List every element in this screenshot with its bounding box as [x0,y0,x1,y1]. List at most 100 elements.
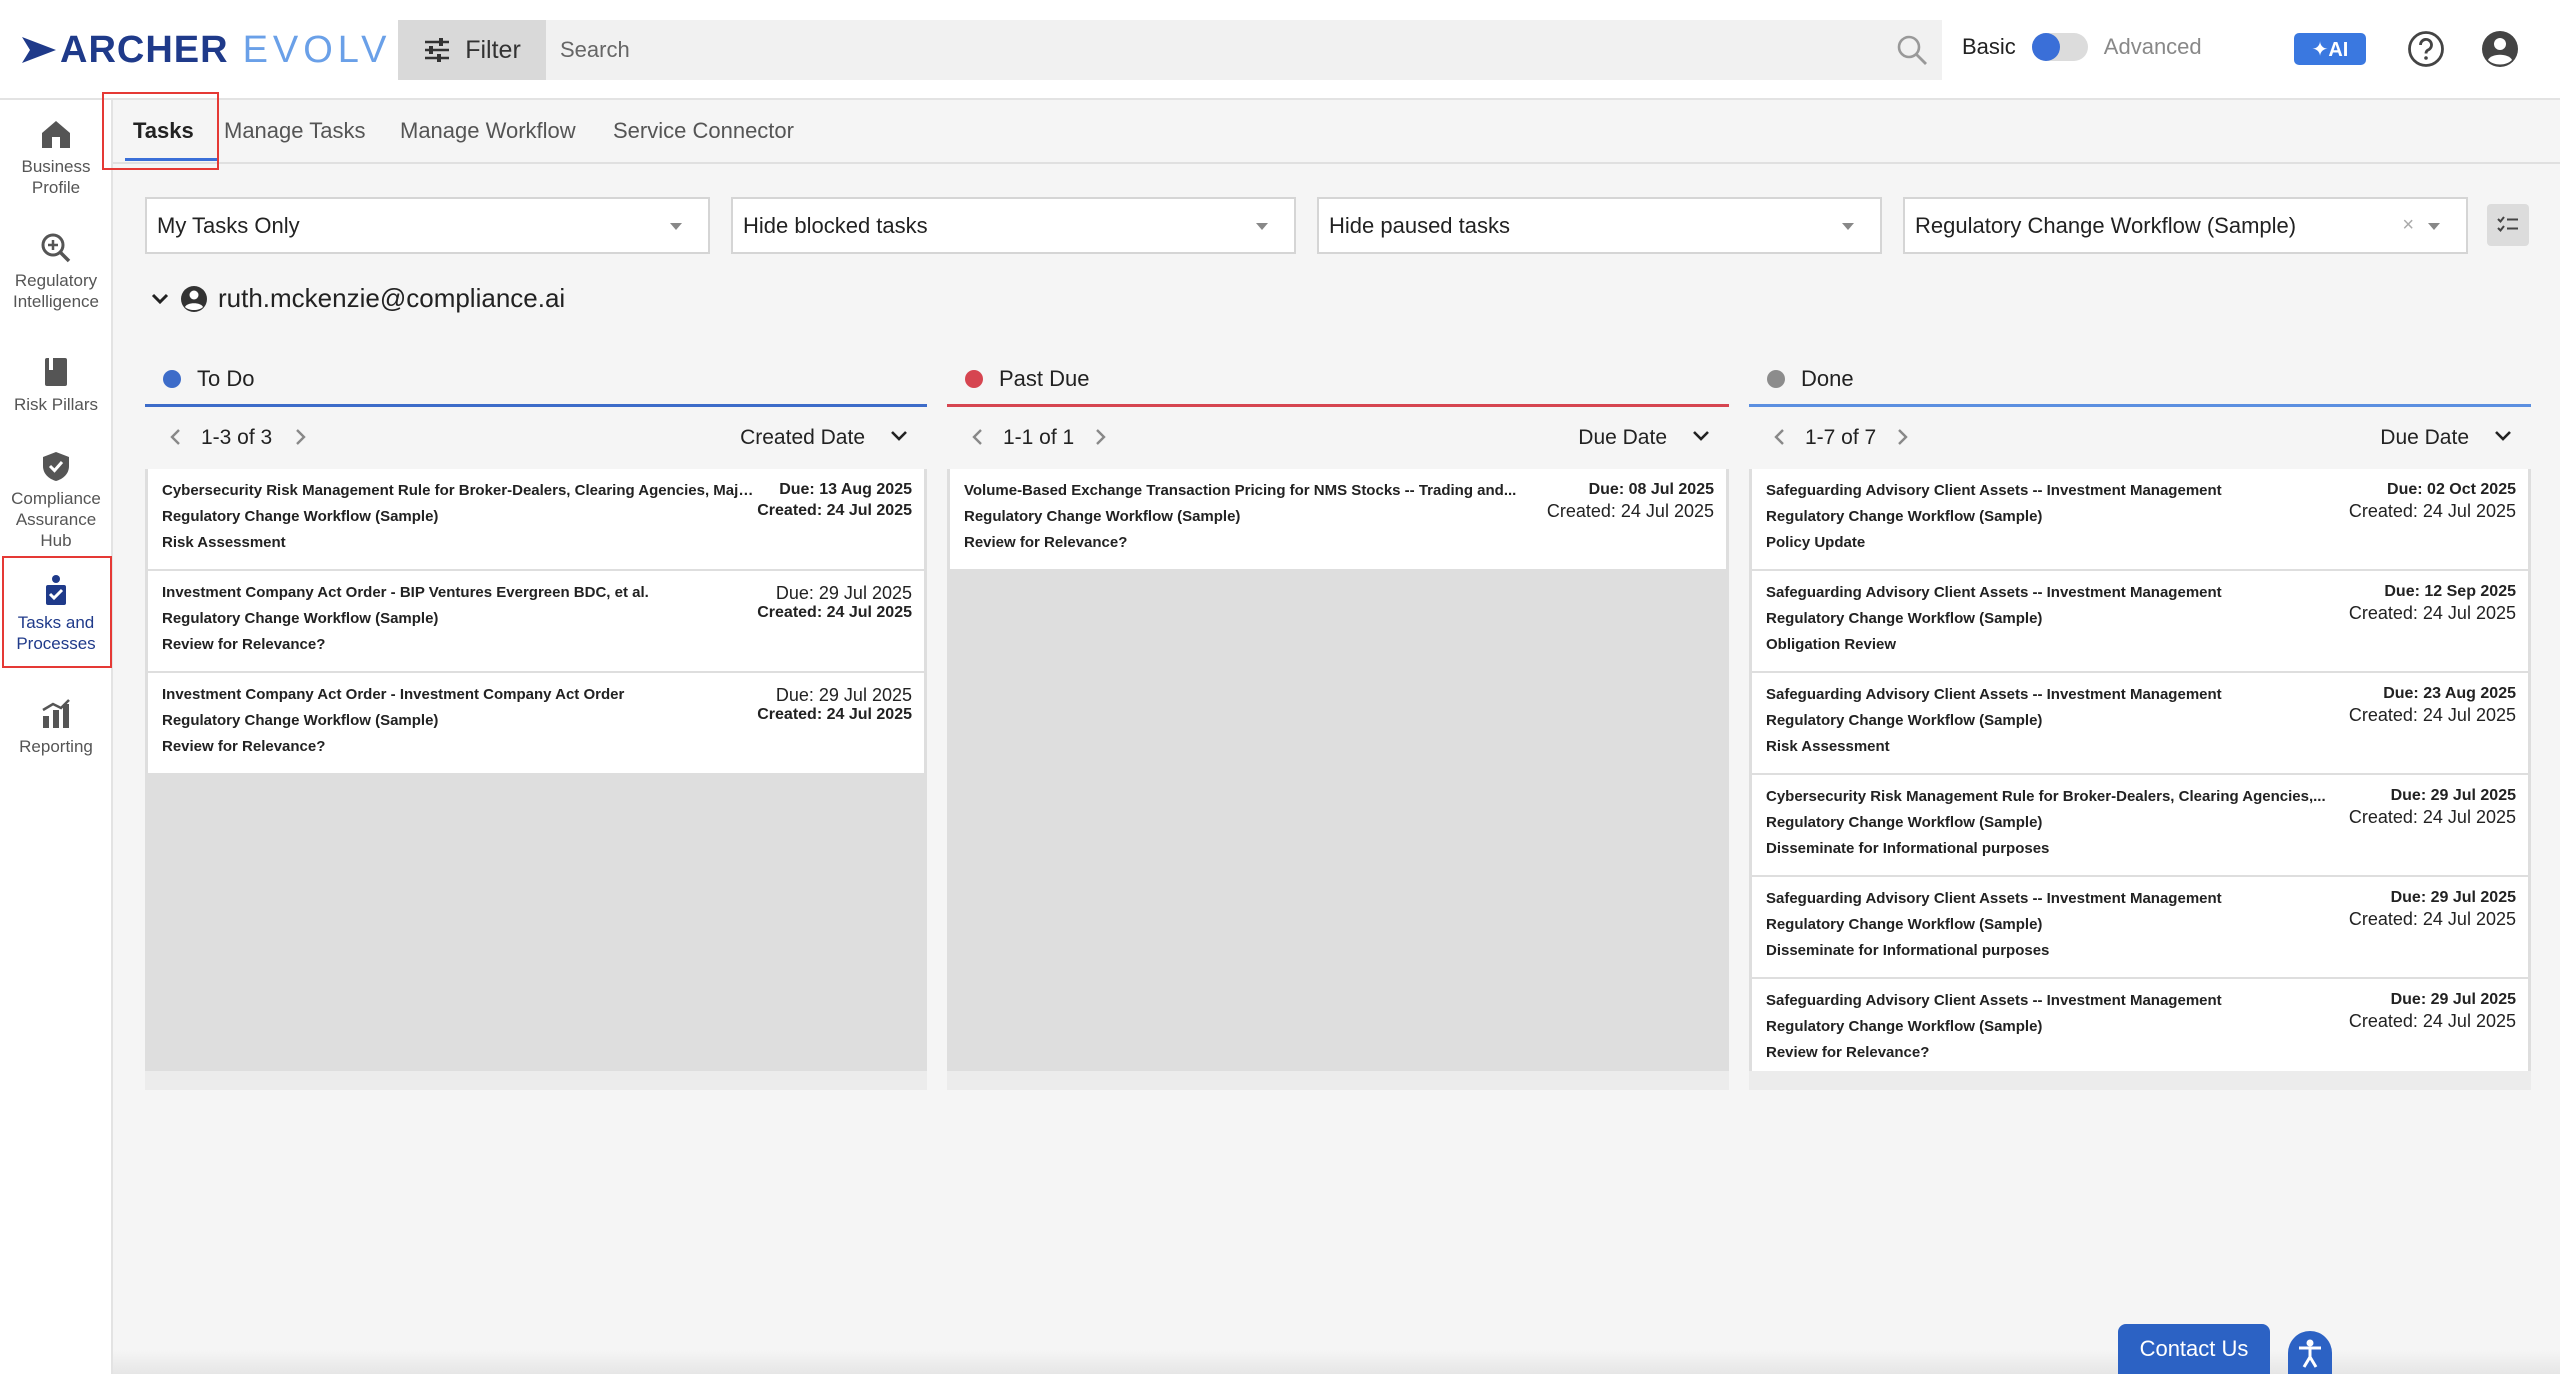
contact-us-button[interactable]: Contact Us [2118,1324,2270,1374]
task-step: Risk Assessment [162,534,286,551]
sort-label[interactable]: Due Date [2380,426,2469,450]
page-count: 1-7 of 7 [1805,426,1877,449]
top-bar: ARCHER EVOLV Filter Basic Advanced ✦AI [0,0,2560,100]
task-step: Policy Update [1766,534,1866,551]
mode-toggle[interactable] [2031,33,2088,61]
column-header: To Do [145,352,927,406]
task-title: Investment Company Act Order - BIP Ventu… [162,584,649,601]
paused-tasks-select[interactable]: Hide paused tasks [1317,197,1882,254]
chevron-right-icon[interactable] [293,427,307,447]
home-icon [42,121,70,148]
column-pagination: 1-1 of 1 Due Date [947,407,1729,469]
ai-button[interactable]: ✦AI [2294,33,2366,65]
task-card[interactable]: Investment Company Act Order - Investmen… [148,673,924,773]
sidebar-item-compliance-assurance-hub[interactable]: Compliance Assurance Hub [0,450,112,551]
chevron-right-icon[interactable] [1895,427,1909,447]
task-card[interactable]: Safeguarding Advisory Client Assets -- I… [1752,673,2528,773]
column-pagination: 1-7 of 7 Due Date [1749,407,2531,469]
sort-label[interactable]: Created Date [740,426,865,450]
select-value: My Tasks Only [157,212,300,238]
sidebar-item-reporting[interactable]: Reporting [0,698,112,757]
logo-secondary-text: EVOLV [242,28,392,71]
search-icon[interactable] [1896,34,1928,66]
task-workflow: Regulatory Change Workflow (Sample) [1766,916,2043,933]
task-created-date: Created: 24 Jul 2025 [2348,909,2516,929]
sort-label[interactable]: Due Date [1578,426,1667,450]
blocked-tasks-select[interactable]: Hide blocked tasks [731,197,1296,254]
task-title: Investment Company Act Order - Investmen… [162,686,625,703]
caret-down-icon [670,223,682,230]
task-title: Safeguarding Advisory Client Assets -- I… [1766,992,2222,1009]
chevron-left-icon[interactable] [971,427,985,447]
task-workflow: Regulatory Change Workflow (Sample) [1766,1018,2043,1035]
task-created-date: Created: 24 Jul 2025 [2348,501,2516,521]
magnify-icon [41,233,71,263]
task-created-date: Created: 24 Jul 2025 [2348,1011,2516,1031]
task-due-date: Due: 13 Aug 2025 [779,481,912,498]
accessibility-button[interactable] [2288,1331,2332,1374]
task-card[interactable]: Safeguarding Advisory Client Assets -- I… [1752,571,2528,671]
sidebar-item-risk-pillars[interactable]: Risk Pillars [0,356,112,415]
tab-manage-tasks[interactable]: Manage Tasks [224,118,365,144]
active-highlight-frame [2,556,112,668]
sidebar-item-business-profile[interactable]: Business Profile [0,118,112,198]
column-settings-button[interactable] [2487,204,2529,246]
tab-label: Manage Workflow [400,118,576,143]
tasks-scope-select[interactable]: My Tasks Only [145,197,710,254]
archer-evolv-logo[interactable]: ARCHER EVOLV [22,28,392,71]
select-value: Hide paused tasks [1329,212,1510,238]
column-card-list[interactable]: Cybersecurity Risk Management Rule for B… [145,469,927,1071]
caret-down-icon [1842,223,1854,230]
user-group-toggle[interactable]: ruth.mckenzie@compliance.ai [150,283,565,314]
column-footer [1749,1071,2531,1090]
task-due-date: Due: 29 Jul 2025 [2390,889,2516,906]
logo-arrow-icon [22,37,56,63]
chevron-down-icon[interactable] [889,429,909,443]
sidebar-item-label: Compliance Assurance Hub [11,489,101,550]
task-created-date: Created: 24 Jul 2025 [2348,603,2516,623]
column-card-list[interactable]: Safeguarding Advisory Client Assets -- I… [1749,469,2531,1071]
filter-button[interactable]: Filter [398,20,546,80]
chart-icon [42,699,70,728]
task-workflow: Regulatory Change Workflow (Sample) [162,508,439,525]
sliders-icon [425,38,450,62]
help-icon[interactable] [2407,30,2445,68]
task-due-date: Due: 02 Oct 2025 [2387,481,2516,498]
active-tab-highlight-frame [102,92,219,170]
task-card[interactable]: Safeguarding Advisory Client Assets -- I… [1752,877,2528,977]
workflow-select[interactable]: Regulatory Change Workflow (Sample) × [1903,197,2468,254]
tab-service-connector[interactable]: Service Connector [613,118,794,144]
search-input[interactable] [560,37,1860,63]
task-card[interactable]: Investment Company Act Order - BIP Ventu… [148,571,924,671]
accessibility-icon [2299,1339,2321,1368]
task-card[interactable]: Safeguarding Advisory Client Assets -- I… [1752,979,2528,1071]
task-card[interactable]: Cybersecurity Risk Management Rule for B… [148,469,924,569]
task-card[interactable]: Cybersecurity Risk Management Rule for B… [1752,775,2528,875]
sidebar: Business Profile Regulatory Intelligence… [0,100,113,1374]
chevron-right-icon[interactable] [1093,427,1107,447]
task-workflow: Regulatory Change Workflow (Sample) [1766,508,2043,525]
sidebar-item-label: Business Profile [21,157,91,197]
tab-manage-workflow[interactable]: Manage Workflow [400,118,576,144]
task-title: Safeguarding Advisory Client Assets -- I… [1766,686,2222,703]
task-step: Review for Relevance? [162,636,326,653]
task-title: Cybersecurity Risk Management Rule for B… [162,482,762,499]
chevron-down-icon[interactable] [1691,429,1711,443]
task-card[interactable]: Volume-Based Exchange Transaction Pricin… [950,469,1726,569]
sidebar-item-regulatory-intelligence[interactable]: Regulatory Intelligence [0,232,112,312]
task-card[interactable]: Safeguarding Advisory Client Assets -- I… [1752,469,2528,569]
column-footer [947,1071,1729,1090]
select-value: Hide blocked tasks [743,212,928,238]
chevron-left-icon[interactable] [169,427,183,447]
mode-switch: Basic Advanced [1962,33,2202,61]
chevron-left-icon[interactable] [1773,427,1787,447]
task-due-date: Due: 23 Aug 2025 [2383,685,2516,702]
column-card-list[interactable]: Volume-Based Exchange Transaction Pricin… [947,469,1729,1071]
chevron-down-icon[interactable] [2493,429,2513,443]
sidebar-item-label: Risk Pillars [13,395,99,414]
user-account-icon[interactable] [2481,30,2519,68]
task-step: Risk Assessment [1766,738,1890,755]
task-title: Volume-Based Exchange Transaction Pricin… [964,482,1517,499]
clear-icon[interactable]: × [2402,214,2414,237]
tab-label: Service Connector [613,118,794,143]
